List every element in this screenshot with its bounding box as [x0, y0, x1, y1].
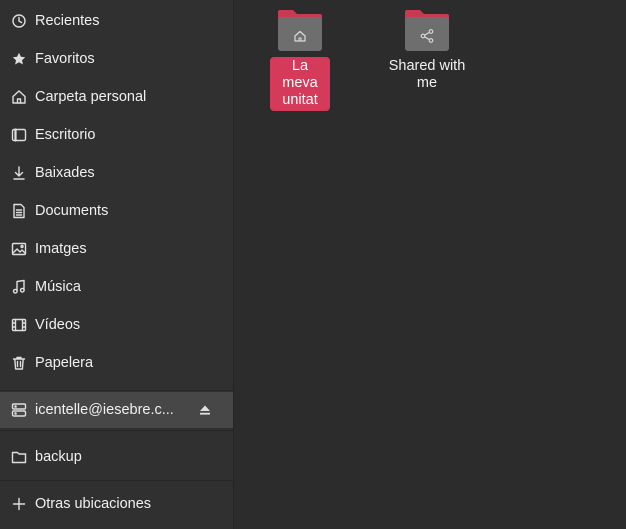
folder-item-la-meva-unitat[interactable]: La meva unitat [250, 9, 350, 111]
music-icon [10, 278, 28, 296]
sidebar-item-backup[interactable]: backup [0, 439, 233, 475]
separator [0, 390, 233, 391]
sidebar-item-label: Escritorio [35, 127, 96, 143]
sidebar-item-label: Música [35, 279, 81, 295]
sidebar-item-label: Vídeos [35, 317, 81, 333]
trash-icon [10, 354, 28, 372]
sidebar-item-label: Recientes [35, 13, 100, 29]
drive-icon [10, 401, 28, 419]
sidebar-item-label: Carpeta personal [35, 89, 147, 105]
video-icon [10, 316, 28, 334]
download-icon [10, 164, 28, 182]
shared-folder-icon [403, 9, 451, 53]
sidebar-item-musica[interactable]: Música [0, 269, 233, 305]
sidebar-item-carpeta-personal[interactable]: Carpeta personal [0, 79, 233, 115]
sidebar-item-otras-ubicaciones[interactable]: Otras ubicaciones [0, 486, 233, 522]
home-folder-icon [276, 9, 324, 53]
sidebar-item-videos[interactable]: Vídeos [0, 307, 233, 343]
sidebar-item-baixades[interactable]: Baixades [0, 155, 233, 191]
sidebar-item-label: Otras ubicaciones [35, 496, 152, 512]
image-icon [10, 240, 28, 258]
separator [0, 430, 233, 431]
sidebar-item-label: Favoritos [35, 51, 95, 67]
sidebar-item-recientes[interactable]: Recientes [0, 3, 233, 39]
star-icon [10, 50, 28, 68]
sidebar-item-imatges[interactable]: Imatges [0, 231, 233, 267]
document-icon [10, 202, 28, 220]
desktop-icon [10, 126, 28, 144]
sidebar-item-label: icentelle@iesebre.c... [35, 402, 174, 418]
sidebar-item-label: Imatges [35, 241, 87, 257]
sidebar-item-label: Documents [35, 203, 109, 219]
sidebar-item-label: backup [35, 449, 82, 465]
sidebar-item-label: Baixades [35, 165, 95, 181]
file-view: La meva unitat Shared with me [234, 0, 626, 529]
folder-label: La meva unitat [270, 57, 330, 111]
clock-icon [10, 12, 28, 30]
sidebar-item-documents[interactable]: Documents [0, 193, 233, 229]
sidebar-item-label: Papelera [35, 355, 94, 371]
sidebar-item-escritorio[interactable]: Escritorio [0, 117, 233, 153]
eject-icon[interactable] [199, 404, 211, 416]
sidebar-item-favoritos[interactable]: Favoritos [0, 41, 233, 77]
home-icon [10, 88, 28, 106]
plus-icon [10, 495, 28, 513]
sidebar-item-mounted-drive[interactable]: icentelle@iesebre.c... [0, 392, 233, 428]
folder-label: Shared with me [388, 58, 466, 91]
sidebar: Recientes Favoritos Carpeta personal Esc… [0, 0, 234, 529]
folder-item-shared-with-me[interactable]: Shared with me [377, 9, 477, 94]
separator [0, 480, 233, 481]
folder-icon [10, 448, 28, 466]
sidebar-item-papelera[interactable]: Papelera [0, 345, 233, 381]
